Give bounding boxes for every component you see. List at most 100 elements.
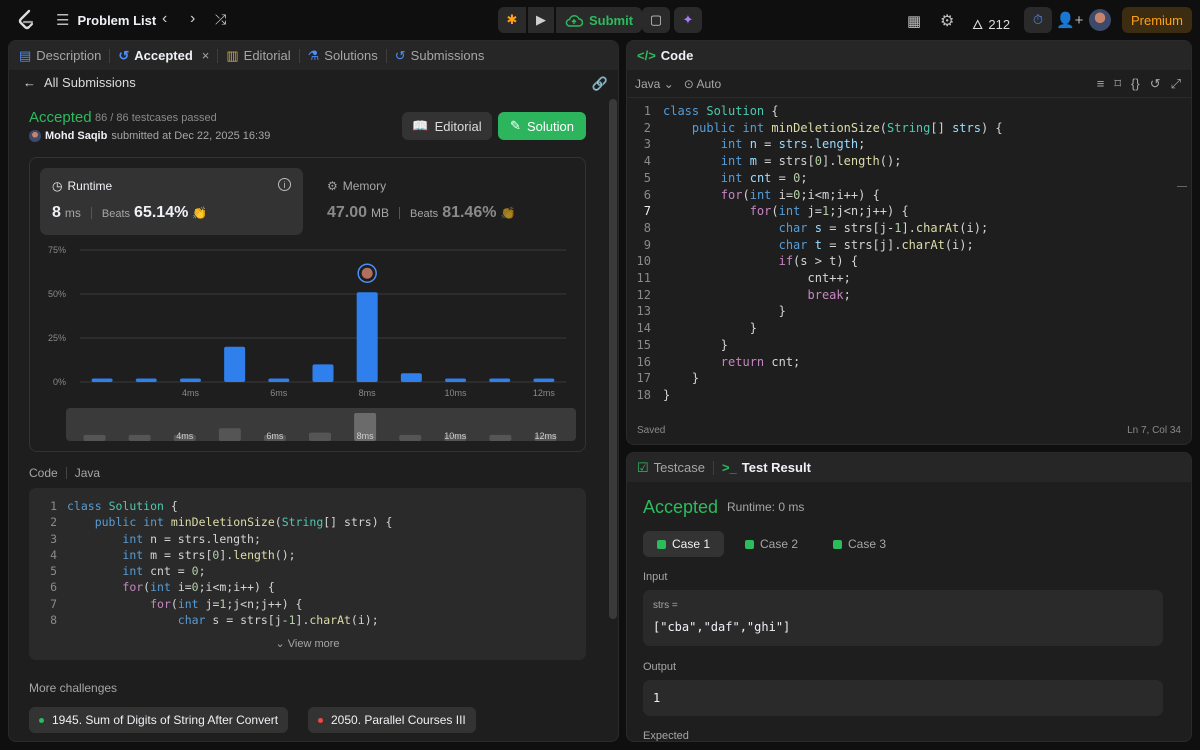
autosave-toggle[interactable]: ⊙ Auto [684,77,721,91]
tab-divider [298,48,300,63]
checkbox-icon: ☑ [637,459,649,475]
tab-accepted[interactable]: ↺ Accepted × [118,48,209,64]
tab-testcase[interactable]: ☑ Testcase [637,460,705,476]
chart-bar [135,378,157,382]
editor-tools: ≡ ⌑ {} ↺ ⤢ [1097,76,1181,92]
settings-gear-icon[interactable]: ⚙ [940,11,954,31]
tab-code[interactable]: </> Code [637,48,693,63]
runtime-distribution-chart[interactable]: 75% 50% 25% 0% 4ms 6ms 8ms 10ms 12ms 4ms 6ms 8ms 10m… [30,238,585,450]
user-avatar[interactable] [1089,9,1111,31]
chart-bar [445,378,467,382]
x-tick-label: 12ms [533,388,556,398]
lock-icon: ⊙ [683,76,694,91]
chevron-down-icon: ⌄ [663,76,674,91]
submitted-time: submitted at Dec 22, 2025 16:39 [111,130,271,142]
tab-editorial[interactable]: ▥ Editorial [226,48,290,64]
chart-bar [400,373,422,382]
y-tick-label: 25% [48,333,66,343]
x-tick-label: 8ms [359,388,377,398]
notes-button[interactable]: ▢ [642,7,670,33]
ai-assist-button[interactable]: ✦ [674,7,702,33]
expected-label: Expected [643,730,689,742]
expand-icon[interactable]: ⤢ [1171,76,1181,92]
tab-divider [217,48,219,63]
share-link-icon[interactable]: 🔗 [592,76,608,92]
result-tab-bar: ☑ Testcase >_ Test Result [627,453,1191,482]
shuffle-icon[interactable]: ⤮ [215,11,226,28]
input-box: strs = ["cba","daf","ghi"] [643,590,1163,646]
code-icon: </> [637,48,656,63]
streak-counter[interactable]: 🜂 212 [972,11,1010,37]
submitter-name[interactable]: Mohd Saqib [45,130,107,142]
premium-button[interactable]: Premium [1122,7,1192,33]
output-box: 1 [643,680,1163,716]
check-icon [657,539,666,549]
view-more-button[interactable]: ⌄ View more [29,637,586,650]
problem-list-button[interactable]: ☰ Problem List [56,11,156,29]
tab-test-result[interactable]: >_ Test Result [722,460,811,475]
all-submissions-link[interactable]: ← All Submissions [23,75,136,90]
solution-button[interactable]: ✎ Solution [498,112,586,140]
chart-bar [489,378,511,382]
tab-description[interactable]: ▤ Description [19,48,101,64]
run-submit-group: ✱ ▶ Submit [498,7,642,33]
book-icon: 📖 [412,118,429,133]
info-icon[interactable]: i [278,178,291,191]
chart-bar [356,292,378,382]
scroll-marker [1177,186,1187,187]
bookmark-icon[interactable]: ⌑ [1114,76,1121,92]
history-icon: ↺ [118,47,130,63]
leetcode-logo-icon[interactable] [16,9,36,31]
runtime-label: ◷ Runtime [52,179,113,193]
note-icon: ▢ [649,12,663,27]
add-friend-icon[interactable]: 👤+ [1056,11,1083,29]
language-select[interactable]: Java ⌄ [635,77,674,91]
run-button[interactable]: ▶ [528,7,554,33]
format-icon[interactable]: ≡ [1097,76,1105,92]
submission-status: Accepted [29,109,92,126]
mini-tick-label: 12ms [534,431,557,441]
chart-bar [91,378,113,382]
submit-label: Submit [588,12,634,28]
case-1-tab[interactable]: Case 1 [643,531,725,557]
tab-solutions[interactable]: ⚗ Solutions [308,48,378,64]
test-result-panel: ☑ Testcase >_ Test Result Accepted Runtime… [626,452,1192,742]
layout-grid-icon[interactable]: ▦ [907,12,921,30]
edit-icon: ✎ [510,118,521,133]
code-section-label: Code Java [29,466,101,480]
editor-code-lines[interactable]: 1 class Solution { 2 public int minDeleti… [627,103,1003,404]
sparkle-icon: ✦ [682,12,694,27]
chart-bar [533,378,555,382]
runtime-card[interactable]: ◷ Runtime i 8 ms Beats 65.14% 👏 [40,168,303,235]
memory-label: ⚙ Memory [327,179,387,193]
output-label: Output [643,661,677,673]
editorial-button[interactable]: 📖 Editorial [402,112,492,140]
challenge-chip[interactable]: 1945. Sum of Digits of String After Conv… [29,707,289,733]
y-tick-label: 50% [48,289,66,299]
bug-icon: ✱ [506,12,518,27]
close-tab-icon[interactable]: × [202,48,210,63]
mini-tick-label: 4ms [176,431,194,441]
reset-icon[interactable]: ↺ [1150,76,1161,92]
challenge-chip[interactable]: 2050. Parallel Courses III [308,707,476,733]
result-runtime: Runtime: 0 ms [727,500,805,514]
submit-button[interactable]: Submit [556,7,642,33]
left-scrollbar[interactable] [609,99,617,619]
braces-icon[interactable]: {} [1131,76,1140,92]
debug-button[interactable]: ✱ [498,7,526,33]
prev-problem-icon[interactable]: ‹ [162,10,167,28]
performance-stats: ◷ Runtime i 8 ms Beats 65.14% 👏 ⚙ Memory 4… [29,157,586,452]
memory-card[interactable]: ⚙ Memory 47.00 MB Beats 81.46% 👏 [315,168,578,235]
case-2-tab[interactable]: Case 2 [731,531,812,557]
document-icon: ▤ [19,47,32,63]
tab-submissions[interactable]: ↺ Submissions [395,48,485,64]
chevron-down-icon: ⌄ [275,638,288,650]
next-problem-icon[interactable]: › [190,10,195,28]
play-icon: ▶ [536,12,546,27]
clap-icon: 👏 [500,206,516,220]
timer-button[interactable]: ⏱ [1024,7,1052,33]
tab-divider [109,48,111,63]
more-challenges-label: More challenges [29,681,118,695]
x-tick-label: 4ms [182,388,200,398]
case-3-tab[interactable]: Case 3 [819,531,900,557]
